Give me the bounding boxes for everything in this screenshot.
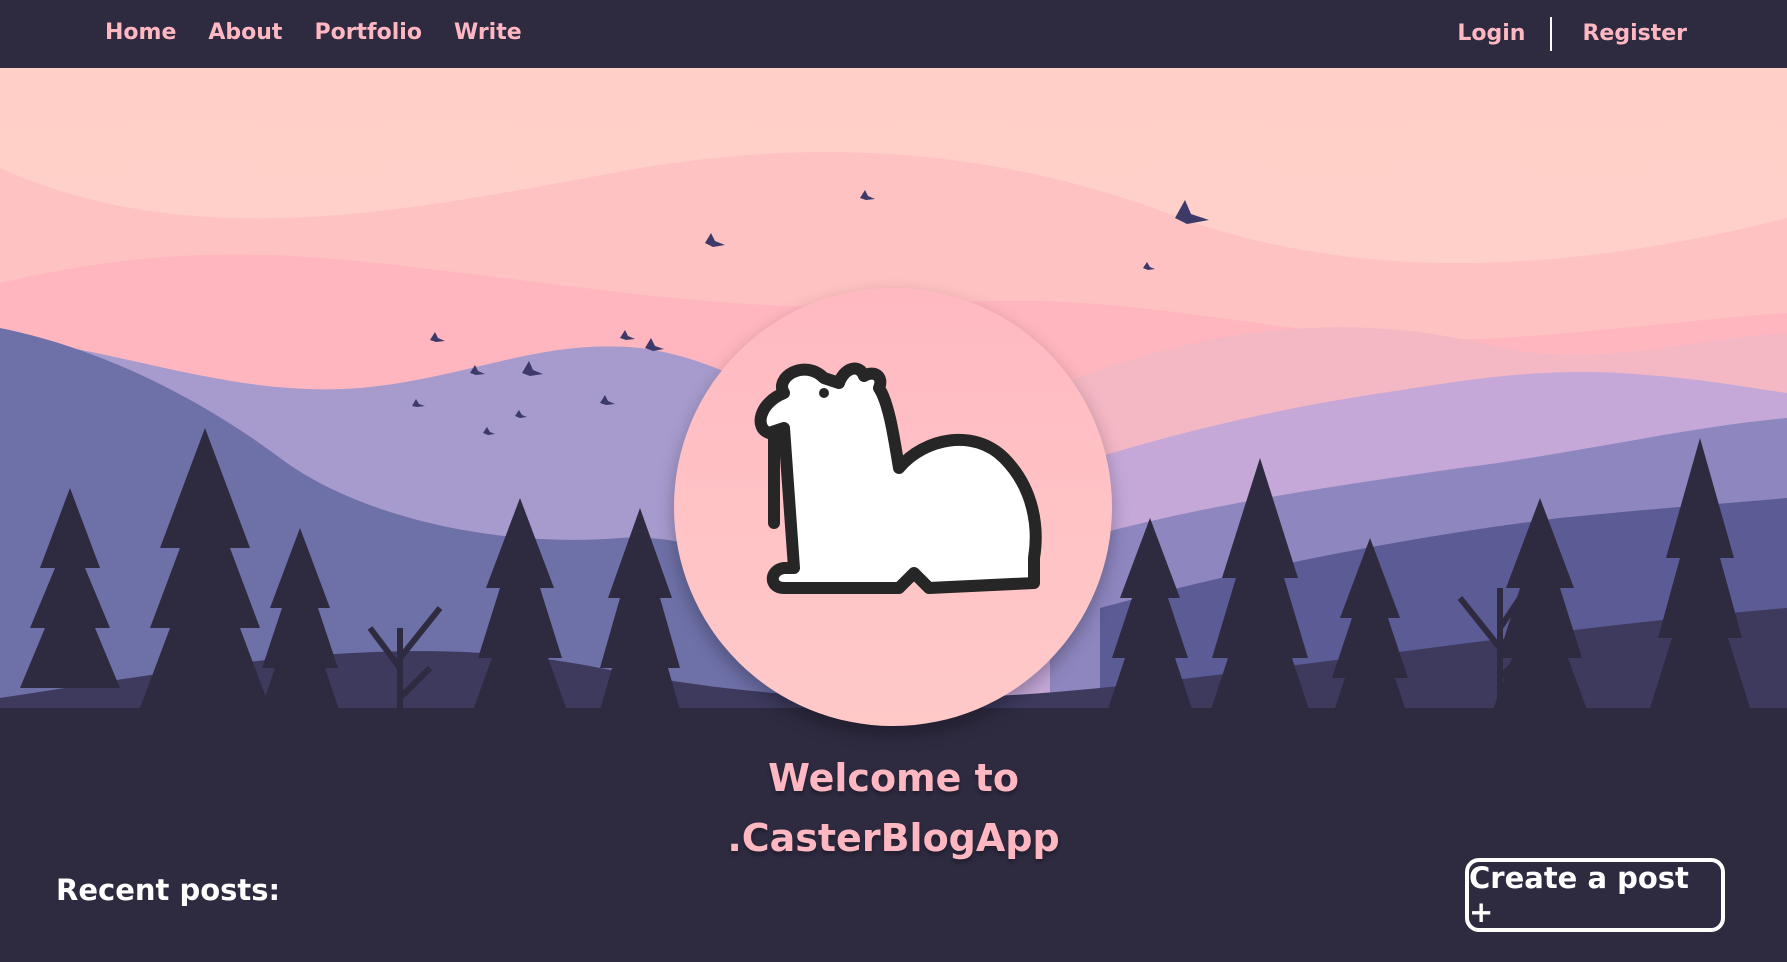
welcome-heading: Welcome to .CasterBlogApp (0, 748, 1787, 868)
hero-section: Welcome to .CasterBlogApp (0, 68, 1787, 962)
nav-home-link[interactable]: Home (105, 17, 176, 49)
create-post-button[interactable]: Create a post + (1465, 858, 1725, 932)
nav-register-link[interactable]: Register (1582, 18, 1687, 50)
logo-badge (674, 288, 1112, 726)
nav-right-group: Login Register (1457, 17, 1687, 51)
nav-left-group: Home About Portfolio Write (105, 17, 522, 49)
camel-icon (754, 362, 1042, 594)
welcome-line-1: Welcome to (768, 756, 1019, 800)
nav-write-link[interactable]: Write (454, 17, 522, 49)
nav-divider (1550, 17, 1553, 51)
nav-about-link[interactable]: About (208, 17, 282, 49)
navbar: Home About Portfolio Write Login Registe… (0, 0, 1787, 68)
nav-portfolio-link[interactable]: Portfolio (314, 17, 422, 49)
nav-login-link[interactable]: Login (1457, 18, 1525, 50)
recent-posts-heading: Recent posts: (56, 873, 281, 907)
